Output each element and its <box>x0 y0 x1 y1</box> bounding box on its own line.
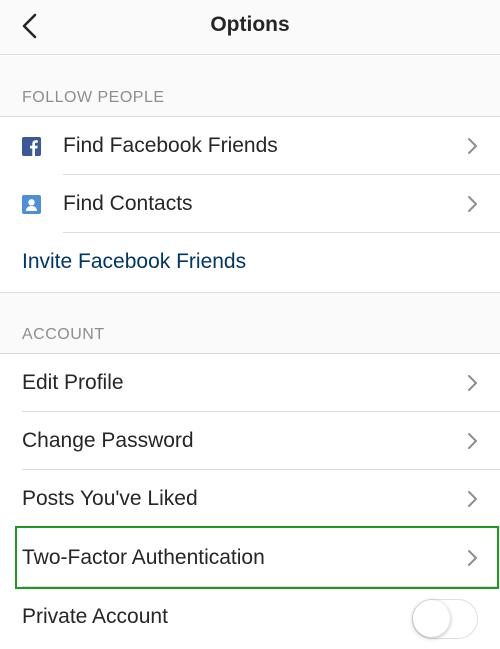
edit-profile-row[interactable]: Edit Profile <box>0 354 500 412</box>
section-header-follow-people: FOLLOW PEOPLE <box>0 56 500 117</box>
two-factor-authentication-row[interactable]: Two-Factor Authentication <box>0 529 500 587</box>
chevron-right-icon <box>468 196 477 212</box>
private-account-toggle[interactable] <box>412 599 478 639</box>
contacts-icon <box>22 195 41 214</box>
change-password-label: Change Password <box>22 429 194 452</box>
find-facebook-friends-row[interactable]: Find Facebook Friends <box>0 117 500 175</box>
two-factor-authentication-label: Two-Factor Authentication <box>22 546 265 569</box>
private-account-row: Private Account <box>0 588 500 649</box>
posts-liked-row[interactable]: Posts You've Liked <box>0 470 500 528</box>
posts-liked-label: Posts You've Liked <box>22 487 198 510</box>
edit-profile-label: Edit Profile <box>22 371 124 394</box>
private-account-label: Private Account <box>22 605 168 628</box>
divider <box>22 586 500 587</box>
change-password-row[interactable]: Change Password <box>0 412 500 470</box>
section-header-label: FOLLOW PEOPLE <box>22 89 165 106</box>
invite-facebook-friends-row[interactable]: Invite Facebook Friends <box>0 233 500 291</box>
navigation-bar: Options <box>0 0 500 55</box>
chevron-right-icon <box>468 138 477 154</box>
invite-facebook-friends-link[interactable]: Invite Facebook Friends <box>22 250 246 274</box>
toggle-knob <box>413 600 450 637</box>
find-contacts-label: Find Contacts <box>63 192 193 215</box>
page-title: Options <box>210 13 290 36</box>
chevron-right-icon <box>468 491 477 507</box>
chevron-right-icon <box>468 550 477 566</box>
section-header-label: ACCOUNT <box>22 326 105 343</box>
find-facebook-friends-label: Find Facebook Friends <box>63 134 278 157</box>
chevron-right-icon <box>468 375 477 391</box>
facebook-icon <box>22 137 41 156</box>
divider <box>22 527 500 528</box>
chevron-right-icon <box>468 433 477 449</box>
find-contacts-row[interactable]: Find Contacts <box>0 175 500 233</box>
section-header-account: ACCOUNT <box>0 292 500 354</box>
